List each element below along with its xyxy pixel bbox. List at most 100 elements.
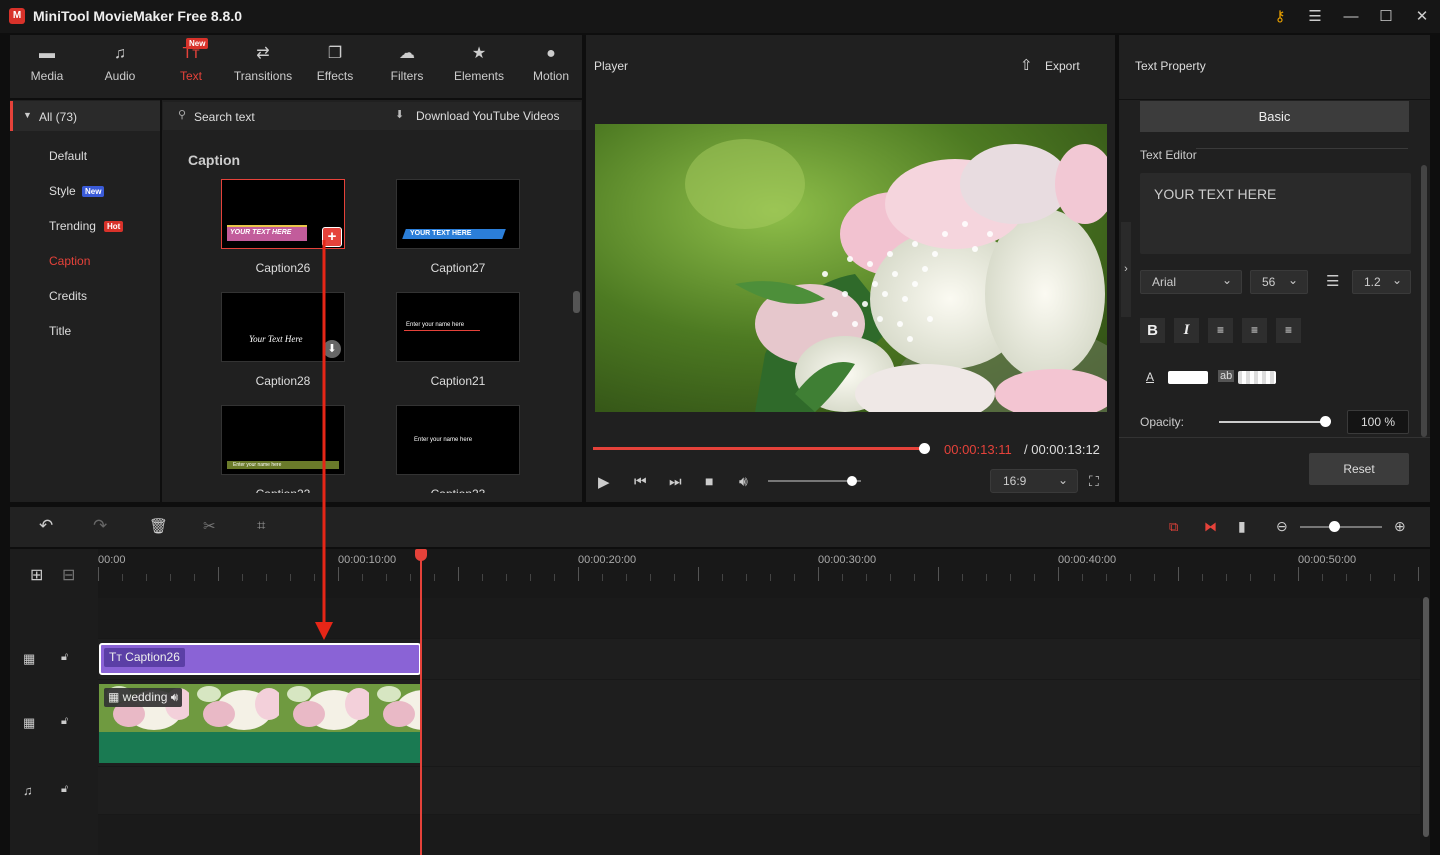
add-track-icon[interactable]: ⊞: [30, 565, 43, 585]
ruler-tick: [818, 567, 819, 581]
ruler-tick: [1298, 567, 1299, 581]
tab-effects[interactable]: ❐ Effects: [302, 43, 368, 91]
ruler-tick: [626, 574, 627, 581]
font-size-select[interactable]: [1250, 270, 1308, 294]
category-caption[interactable]: Caption: [49, 254, 90, 268]
ruler-tick: [266, 574, 267, 581]
opacity-track[interactable]: [1219, 421, 1325, 423]
property-scrollbar[interactable]: [1421, 165, 1427, 437]
export-button[interactable]: Export: [1045, 59, 1080, 73]
audio-wave-icon[interactable]: ▮: [1238, 518, 1246, 535]
fullscreen-icon[interactable]: ⛶: [1089, 473, 1099, 490]
ruler-tick: [794, 574, 795, 581]
ruler-tick: [698, 567, 699, 581]
undo-icon[interactable]: ↶: [39, 516, 53, 536]
align-right-icon[interactable]: ≡: [1276, 318, 1301, 343]
ruler-tick: [746, 574, 747, 581]
tab-elements[interactable]: ★ Elements: [446, 43, 512, 91]
export-icon: ⇧: [1020, 57, 1033, 74]
tab-media[interactable]: ▬ Media: [14, 43, 80, 91]
italic-icon[interactable]: I: [1174, 318, 1199, 343]
section-title: Caption: [188, 152, 241, 168]
menu-icon[interactable]: ☰: [1303, 6, 1327, 28]
remove-track-icon[interactable]: ⊟: [62, 565, 75, 585]
category-default[interactable]: Default: [49, 149, 87, 163]
library-fade: [162, 493, 572, 502]
scissors-icon[interactable]: ✂: [203, 517, 216, 535]
volume-knob[interactable]: [846, 476, 857, 486]
align-left-icon[interactable]: ≡: [1208, 318, 1233, 343]
thumbnail-label: Caption27: [430, 261, 486, 275]
crop-icon[interactable]: ⌗: [257, 517, 265, 534]
lock-icon[interactable]: 🔓︎: [61, 715, 68, 728]
delete-icon[interactable]: 🗑︎: [149, 517, 168, 535]
film-icon: ▦: [108, 690, 123, 704]
timeline-scrollbar[interactable]: [1423, 597, 1429, 837]
player-title: Player: [594, 59, 629, 73]
film-icon: ▦: [23, 715, 36, 730]
tab-audio[interactable]: ♫ Audio: [87, 43, 153, 91]
collapse-panel-button[interactable]: ›: [1121, 222, 1131, 317]
redo-icon[interactable]: ↷: [93, 516, 107, 536]
font-color-swatch[interactable]: [1168, 371, 1208, 384]
ruler-tick: [458, 567, 459, 581]
line-spacing-select[interactable]: [1352, 270, 1411, 294]
search-input[interactable]: Search text: [194, 110, 255, 124]
zoom-track[interactable]: [1300, 526, 1382, 528]
category-title[interactable]: Title: [49, 324, 71, 338]
caption-clip-label: Caption26: [125, 650, 180, 664]
lock-icon[interactable]: 🔓︎: [61, 651, 68, 664]
opacity-value[interactable]: 100 %: [1347, 410, 1409, 434]
background-color-swatch[interactable]: [1238, 371, 1276, 384]
ruler-tick: [1082, 574, 1083, 581]
aspect-ratio-value: 16:9: [1003, 474, 1027, 488]
maximize-button[interactable]: ☐: [1374, 6, 1398, 28]
ruler-tick: [410, 574, 411, 581]
ruler-tick: [506, 574, 507, 581]
key-icon[interactable]: ⚷: [1268, 6, 1292, 28]
next-frame-icon[interactable]: ⏭: [669, 473, 682, 490]
playhead[interactable]: [420, 550, 422, 855]
volume-icon[interactable]: 🔊︎: [739, 473, 748, 490]
zoom-out-icon[interactable]: ⊖: [1276, 518, 1288, 535]
playhead-handle[interactable]: [415, 549, 427, 561]
tab-basic[interactable]: Basic: [1140, 101, 1409, 132]
ruler-tick: [1154, 574, 1155, 581]
ruler-tick: [770, 574, 771, 581]
bold-icon[interactable]: B: [1140, 318, 1165, 343]
close-button[interactable]: ✕: [1410, 6, 1434, 28]
zoom-in-icon[interactable]: ⊕: [1394, 518, 1406, 535]
category-all[interactable]: [10, 101, 160, 131]
category-trending[interactable]: Trending: [49, 219, 96, 233]
tab-label: Audio: [104, 69, 136, 83]
ruler-tick: [1322, 574, 1323, 581]
download-youtube-link[interactable]: Download YouTube Videos: [416, 109, 559, 123]
tab-text[interactable]: Tт Text: [158, 43, 224, 91]
tab-motion[interactable]: ● Motion: [518, 43, 584, 91]
category-style[interactable]: Style: [49, 184, 76, 198]
split-icon[interactable]: ⧉: [1169, 519, 1178, 535]
snap-icon[interactable]: ⧓: [1204, 519, 1217, 535]
tab-transitions[interactable]: ⇄ Transitions: [230, 43, 296, 91]
video-preview: [595, 124, 1107, 412]
ruler-tick: [242, 574, 243, 581]
playback-scrubber[interactable]: [919, 443, 930, 454]
category-credits[interactable]: Credits: [49, 289, 87, 303]
zoom-knob[interactable]: [1329, 521, 1340, 532]
play-icon[interactable]: ▶: [598, 473, 610, 491]
tab-filters[interactable]: ☁ Filters: [374, 43, 440, 91]
audio-track: [98, 767, 1420, 814]
ruler-tick: [170, 574, 171, 581]
thumbnail-text: YOUR TEXT HERE: [230, 229, 292, 236]
minimize-button[interactable]: —: [1339, 6, 1363, 28]
divider: [1119, 437, 1430, 438]
ruler-tick: [722, 574, 723, 581]
opacity-knob[interactable]: [1320, 416, 1331, 427]
stop-icon[interactable]: ■: [705, 473, 713, 489]
library-scrollbar[interactable]: [573, 291, 580, 313]
reset-button[interactable]: Reset: [1309, 453, 1409, 485]
lock-icon[interactable]: 🔓︎: [61, 783, 68, 796]
total-time: / 00:00:13:12: [1024, 442, 1100, 457]
previous-frame-icon[interactable]: ⏮: [634, 473, 647, 490]
align-center-icon[interactable]: ≡: [1242, 318, 1267, 343]
